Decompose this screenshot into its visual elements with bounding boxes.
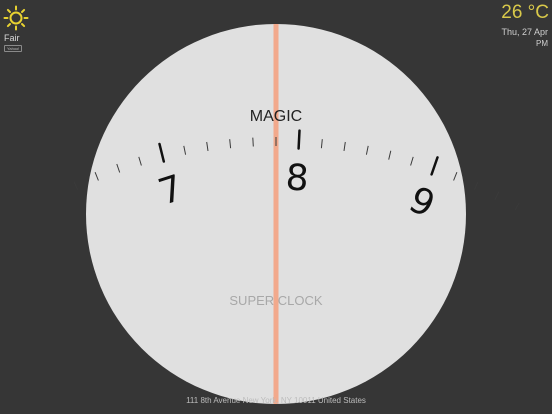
minute-tick <box>252 137 254 147</box>
super-clock-screen: 789 MAGIC SUPER CLOCK Fair Yahoo! 26 °C … <box>0 0 552 414</box>
current-time-indicator <box>273 24 279 404</box>
weather-provider-badge: Yahoo! <box>4 45 23 52</box>
sun-icon <box>3 5 29 31</box>
hour-label-8: 8 <box>284 157 309 199</box>
minute-tick <box>514 202 520 211</box>
minute-tick <box>494 191 500 200</box>
weather-condition: Fair <box>4 33 20 43</box>
clock-dial: 7 89 MAGIC SUPER CLOCK <box>73 24 520 404</box>
minute-tick <box>73 181 79 190</box>
weather-widget[interactable]: Fair Yahoo! <box>3 5 43 52</box>
temperature-readout: 26 °C <box>501 2 549 23</box>
dial-top-label: MAGIC <box>250 108 302 125</box>
meridiem-readout: PM <box>536 39 548 48</box>
minute-tick <box>473 181 479 190</box>
dial-bottom-label: SUPER CLOCK <box>229 293 323 308</box>
location-address: 111 8th Avenue New York, NY 10011 United… <box>186 396 366 405</box>
hour-tick <box>297 129 301 150</box>
date-readout: Thu, 27 Apr <box>501 27 548 37</box>
